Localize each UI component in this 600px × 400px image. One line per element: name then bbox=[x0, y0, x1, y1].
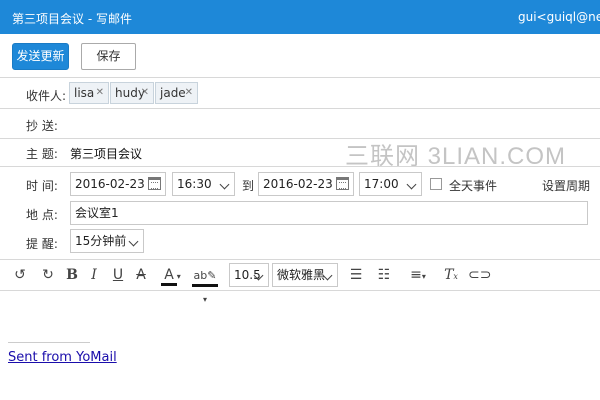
to-separator: 到 bbox=[242, 179, 255, 193]
numbered-list-icon[interactable]: ☰ bbox=[346, 264, 366, 286]
signature-divider bbox=[8, 342, 90, 343]
chevron-down-icon bbox=[219, 179, 230, 190]
chevron-down-icon bbox=[128, 236, 139, 247]
location-value: 会议室1 bbox=[75, 206, 119, 220]
link-icon[interactable]: ⊂⊃ bbox=[468, 264, 491, 286]
font-family-select[interactable]: 微软雅黑 bbox=[272, 263, 338, 287]
bullet-list-icon[interactable]: ☷ bbox=[374, 264, 394, 286]
font-size-select[interactable]: 10.5 bbox=[229, 263, 269, 287]
reminder-value: 15分钟前 bbox=[75, 234, 127, 248]
cc-input[interactable] bbox=[70, 110, 590, 136]
remove-recipient-icon[interactable]: ✕ bbox=[141, 83, 149, 103]
divider bbox=[0, 77, 600, 78]
recipient-chip[interactable]: hudy ✕ bbox=[110, 82, 154, 104]
time-label: 时 间: bbox=[26, 179, 58, 193]
send-update-button[interactable]: 发送更新 bbox=[12, 43, 69, 70]
align-icon[interactable]: ≡▾ bbox=[404, 264, 432, 286]
remove-recipient-icon[interactable]: ✕ bbox=[96, 83, 104, 103]
bold-icon[interactable]: B bbox=[64, 264, 80, 286]
strikethrough-icon[interactable]: A bbox=[133, 264, 149, 286]
recipient-chip-label: lisa bbox=[74, 86, 95, 100]
save-button[interactable]: 保存 bbox=[81, 43, 136, 70]
font-family-value: 微软雅黑 bbox=[277, 268, 326, 282]
cc-label: 抄 送: bbox=[26, 119, 58, 133]
location-label: 地 点: bbox=[26, 208, 58, 222]
chevron-down-icon bbox=[406, 179, 417, 190]
title-bar: 第三项目会议 - 写邮件 gui<guiql@nexted bbox=[0, 0, 600, 34]
all-day-label: 全天事件 bbox=[449, 179, 498, 193]
start-date-field[interactable]: 2016-02-23 bbox=[70, 172, 166, 196]
subject-label: 主 题: bbox=[26, 147, 58, 161]
highlight-icon[interactable]: ab✎▾ bbox=[190, 264, 220, 304]
start-time-select[interactable]: 16:30 bbox=[172, 172, 235, 196]
redo-icon[interactable]: ↻ bbox=[38, 264, 58, 286]
recipient-chip-label: jade bbox=[160, 86, 186, 100]
subject-input[interactable]: 第三项目会议 bbox=[70, 145, 142, 162]
font-color-icon[interactable]: A ▾ bbox=[158, 264, 184, 286]
underline-icon[interactable]: U bbox=[110, 264, 126, 286]
start-date-value: 2016-02-23 bbox=[75, 177, 145, 191]
location-input[interactable]: 会议室1 bbox=[70, 201, 588, 225]
clear-format-icon[interactable]: Tx bbox=[442, 264, 460, 286]
divider bbox=[0, 290, 600, 291]
end-date-field[interactable]: 2016-02-23 bbox=[258, 172, 354, 196]
italic-icon[interactable]: I bbox=[86, 264, 102, 286]
window-title: 第三项目会议 - 写邮件 bbox=[12, 12, 132, 26]
recurrence-link[interactable]: 设置周期 bbox=[542, 177, 590, 194]
reminder-label: 提 醒: bbox=[26, 237, 58, 251]
reminder-select[interactable]: 15分钟前 bbox=[70, 229, 144, 253]
divider bbox=[0, 166, 600, 167]
recipient-chip[interactable]: jade ✕ bbox=[155, 82, 198, 104]
remove-recipient-icon[interactable]: ✕ bbox=[185, 83, 193, 103]
calendar-icon[interactable] bbox=[336, 177, 349, 190]
divider bbox=[0, 259, 600, 260]
divider bbox=[0, 108, 600, 109]
end-time-value: 17:00 bbox=[364, 177, 399, 191]
recipient-chip[interactable]: lisa ✕ bbox=[69, 82, 109, 104]
end-date-value: 2016-02-23 bbox=[263, 177, 333, 191]
signature-link[interactable]: Sent from YoMail bbox=[8, 350, 117, 365]
all-day-checkbox[interactable] bbox=[430, 178, 442, 190]
calendar-icon[interactable] bbox=[148, 177, 161, 190]
undo-icon[interactable]: ↺ bbox=[10, 264, 30, 286]
account-label[interactable]: gui<guiql@nexted bbox=[518, 10, 600, 24]
start-time-value: 16:30 bbox=[177, 177, 212, 191]
end-time-select[interactable]: 17:00 bbox=[359, 172, 422, 196]
to-label: 收件人: bbox=[26, 89, 67, 103]
